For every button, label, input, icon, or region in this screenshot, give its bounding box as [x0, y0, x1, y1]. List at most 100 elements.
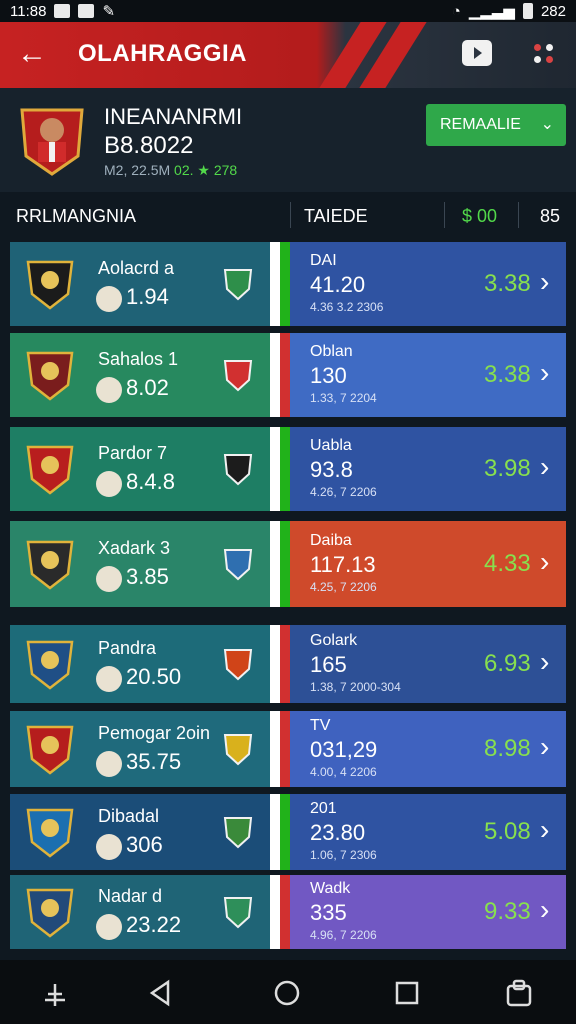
row-indicator — [280, 711, 290, 787]
match-row[interactable]: Pardor 7 8.4.8 Uabla 93.8 4.26, 7 2206 3… — [10, 427, 566, 511]
opponent-subtext: 4.36 3.2 2306 — [310, 300, 384, 314]
opponent-cell: 201 23.80 1.06, 7 2306 5.08 › — [290, 794, 566, 870]
profile-summary: INEANANRMI B8.8022 M2, 22.5M 02. ★ 278 R… — [0, 88, 576, 192]
reminder-button-label: REMAALIE — [440, 116, 521, 133]
opponent-subtext: 4.96, 7 2206 — [310, 928, 377, 942]
screenshot-icon[interactable] — [504, 978, 534, 1008]
player-cell: Pardor 7 8.4.8 — [10, 427, 270, 511]
ball-icon — [96, 471, 122, 497]
opponent-value: 165 — [310, 652, 347, 677]
ball-icon — [96, 666, 122, 692]
reminder-button[interactable]: REMAALIE ⌄ — [426, 104, 566, 146]
chevron-right-icon[interactable]: › — [540, 357, 549, 389]
match-row[interactable]: Dibadal 306 201 23.80 1.06, 7 2306 5.08 … — [10, 794, 566, 870]
opponent-subtext: 1.38, 7 2000-304 — [310, 680, 401, 694]
opponent-cell: Oblan 130 1.33, 7 2204 3.38 › — [290, 333, 566, 417]
row-indicator — [270, 333, 280, 417]
column-mid-label: TAIEDE — [304, 206, 368, 226]
match-row[interactable]: Pemogar 2oin 35.75 TV 031,29 4.00, 4 220… — [10, 711, 566, 787]
row-indicator — [280, 427, 290, 511]
back-nav-icon[interactable] — [146, 978, 176, 1008]
row-indicator — [270, 242, 280, 326]
opponent-name: Golark — [310, 632, 358, 649]
column-header: RRLMANGNIA TAIEDE $ 00 85 — [0, 192, 576, 240]
player-name: INEANANRMI — [104, 104, 243, 129]
player-row-score: 23.22 — [126, 912, 182, 937]
opponent-name: Oblan — [310, 343, 353, 360]
ball-icon — [96, 914, 122, 940]
chevron-right-icon[interactable]: › — [540, 646, 549, 678]
ball-icon — [96, 751, 122, 777]
chevron-right-icon[interactable]: › — [540, 731, 549, 763]
chevron-right-icon[interactable]: › — [540, 894, 549, 926]
odds-value: 3.38 — [484, 361, 531, 388]
match-row[interactable]: Aolacrd a 1.94 DAI 41.20 4.36 3.2 2306 3… — [10, 242, 566, 326]
odds-value: 8.98 — [484, 735, 531, 762]
player-row-name: Sahalos 1 — [98, 349, 179, 369]
club-badge-icon — [223, 360, 253, 392]
cast-icon[interactable] — [40, 978, 70, 1008]
odds-value: 4.33 — [484, 550, 531, 577]
match-row[interactable]: Sahalos 1 8.02 Oblan 130 1.33, 7 2204 3.… — [10, 333, 566, 417]
ball-icon — [96, 834, 122, 860]
chevron-right-icon[interactable]: › — [540, 546, 549, 578]
opponent-name: DAI — [310, 252, 337, 269]
ball-icon — [96, 377, 122, 403]
row-indicator — [270, 875, 280, 949]
notification-icon — [54, 4, 71, 18]
match-row[interactable]: Nadar d 23.22 Wadk 335 4.96, 7 2206 9.33… — [10, 875, 566, 949]
player-cell: Xadark 3 3.85 — [10, 521, 270, 607]
column-last-label: 85 — [540, 206, 561, 226]
player-row-score: 306 — [126, 832, 163, 857]
opponent-cell: Daiba 117.13 4.25, 7 2206 4.33 › — [290, 521, 566, 607]
club-badge-icon — [223, 549, 253, 581]
ball-icon — [96, 566, 122, 592]
chevron-right-icon[interactable]: › — [540, 814, 549, 846]
row-indicator — [270, 521, 280, 607]
club-badge-icon — [223, 269, 253, 301]
team-crest-icon — [26, 640, 74, 690]
back-button[interactable]: ← — [14, 34, 50, 74]
chat-icon[interactable] — [462, 40, 492, 66]
match-row[interactable]: Pandra 20.50 Golark 165 1.38, 7 2000-304… — [10, 625, 566, 703]
column-left-label: RRLMANGNIA — [16, 206, 137, 226]
player-cell: Sahalos 1 8.02 — [10, 333, 270, 417]
club-badge-icon — [223, 454, 253, 486]
team-crest-icon — [26, 725, 74, 775]
chevron-right-icon[interactable]: › — [540, 266, 549, 298]
opponent-value: 41.20 — [310, 272, 366, 297]
team-crest-icon — [26, 351, 74, 401]
more-menu-icon[interactable] — [532, 42, 556, 72]
row-indicator — [280, 333, 290, 417]
player-cell: Pemogar 2oin 35.75 — [10, 711, 270, 787]
opponent-name: Daiba — [310, 532, 352, 549]
team-crest-icon — [26, 808, 74, 858]
player-row-name: Dibadal — [98, 806, 160, 826]
opponent-subtext: 1.33, 7 2204 — [310, 391, 377, 405]
system-nav-bar — [0, 960, 576, 1024]
recents-nav-icon[interactable] — [392, 978, 422, 1008]
home-nav-icon[interactable] — [272, 978, 302, 1008]
row-indicator — [280, 242, 290, 326]
player-cell: Dibadal 306 — [10, 794, 270, 870]
settings-icon: ✎ — [102, 3, 116, 20]
match-row[interactable]: Xadark 3 3.85 Daiba 117.13 4.25, 7 2206 … — [10, 521, 566, 607]
player-avatar — [20, 108, 84, 176]
odds-value: 3.98 — [484, 455, 531, 482]
row-indicator — [280, 625, 290, 703]
opponent-cell: Golark 165 1.38, 7 2000-304 6.93 › — [290, 625, 566, 703]
opponent-cell: Wadk 335 4.96, 7 2206 9.33 › — [290, 875, 566, 949]
team-crest-icon — [26, 540, 74, 590]
player-row-name: Pandra — [98, 638, 157, 658]
opponent-value: 117.13 — [310, 552, 376, 577]
battery-icon — [522, 3, 533, 19]
odds-value: 6.93 — [484, 650, 531, 677]
ball-icon — [96, 286, 122, 312]
opponent-name: Wadk — [310, 880, 351, 897]
club-badge-icon — [223, 734, 253, 766]
opponent-value: 130 — [310, 363, 347, 388]
odds-value: 5.08 — [484, 818, 531, 845]
opponent-value: 23.80 — [310, 820, 366, 845]
chevron-right-icon[interactable]: › — [540, 451, 549, 483]
opponent-subtext: 1.06, 7 2306 — [310, 848, 377, 862]
